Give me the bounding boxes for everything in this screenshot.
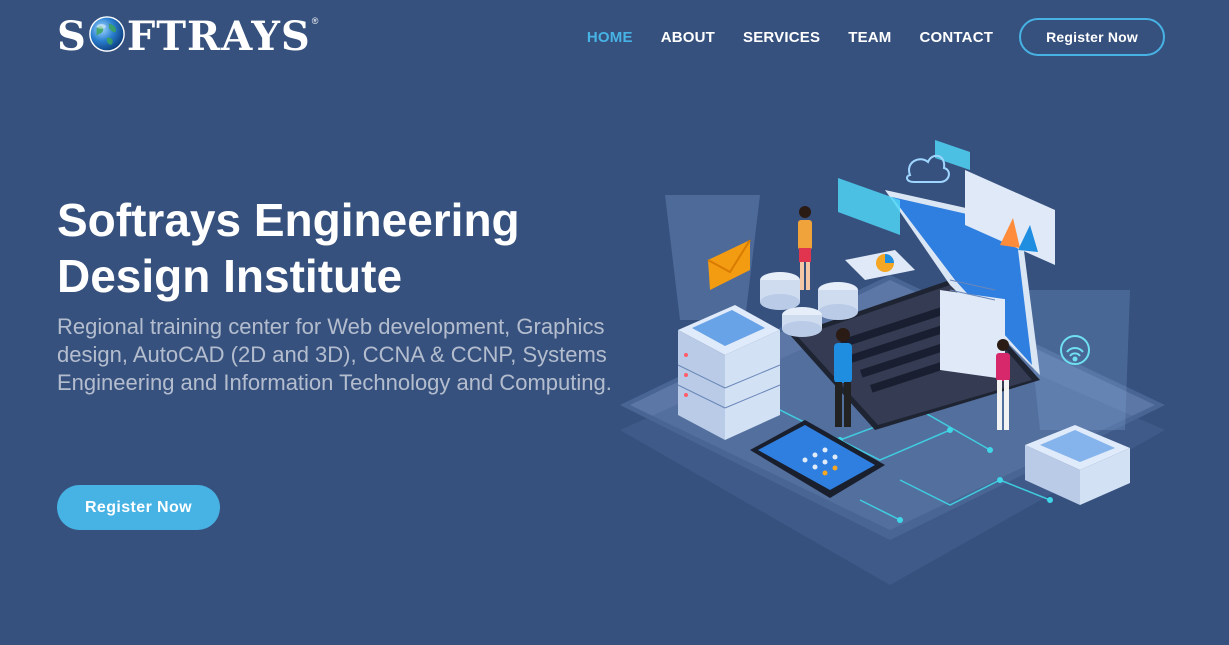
hero-register-button[interactable]: Register Now xyxy=(57,485,220,530)
hero-subtitle: Regional training center for Web develop… xyxy=(57,314,612,395)
hero-illustration xyxy=(620,140,1165,585)
logo-text-left: S xyxy=(57,13,87,60)
nav-home[interactable]: HOME xyxy=(587,29,633,46)
brand-logo[interactable]: S FTRAYS ® xyxy=(57,14,318,60)
nav-register-button[interactable]: Register Now xyxy=(1019,18,1165,56)
globe-icon xyxy=(89,16,125,52)
registered-mark: ® xyxy=(311,16,319,26)
nav-about[interactable]: ABOUT xyxy=(661,29,715,46)
main-nav: HOME ABOUT SERVICES TEAM CONTACT Registe… xyxy=(559,18,1165,56)
nav-services[interactable]: SERVICES xyxy=(743,29,820,46)
hero-title: Softrays Engineering Design Institute xyxy=(57,194,520,302)
nav-contact[interactable]: CONTACT xyxy=(920,29,994,46)
logo-text-right: FTRAYS xyxy=(126,13,311,60)
nav-team[interactable]: TEAM xyxy=(848,29,891,46)
